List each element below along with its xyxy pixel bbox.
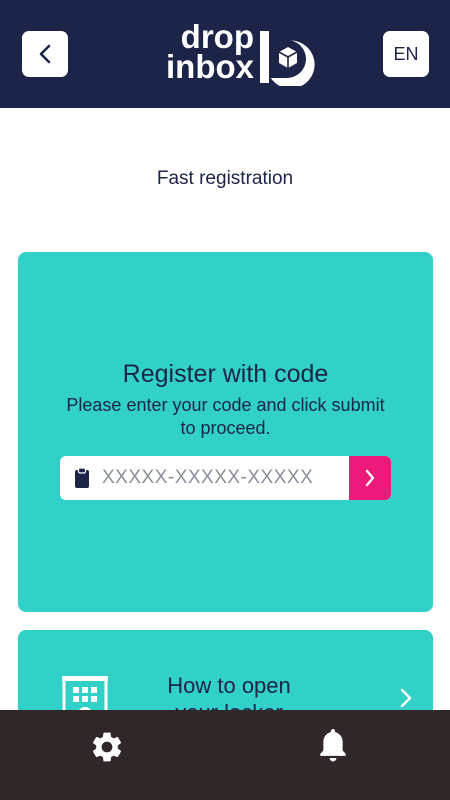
chevron-right-icon [365,469,375,487]
app-header: drop inbox EN [0,0,450,108]
language-button[interactable]: EN [383,31,429,77]
page-subtitle: Fast registration [156,168,294,189]
clipboard-icon [75,467,89,488]
logo-line-inbox: inbox [166,48,254,85]
code-input[interactable] [102,456,342,500]
code-field [60,456,391,500]
logo-box-icon [260,31,315,86]
bell-icon[interactable] [316,726,350,766]
logo-wordmark: drop inbox [136,20,254,85]
dropinbox-logo: drop inbox [136,20,316,86]
gear-icon[interactable] [89,729,125,765]
register-title: Register with code [122,360,329,388]
back-button[interactable] [22,31,68,77]
chevron-right-icon [400,688,412,708]
register-description: Please enter your code and click submit … [66,395,385,438]
submit-code-button[interactable] [349,456,391,500]
register-card: Register with code Please enter your cod… [18,252,433,612]
bottom-navigation [0,710,450,800]
chevron-left-icon [39,44,51,64]
